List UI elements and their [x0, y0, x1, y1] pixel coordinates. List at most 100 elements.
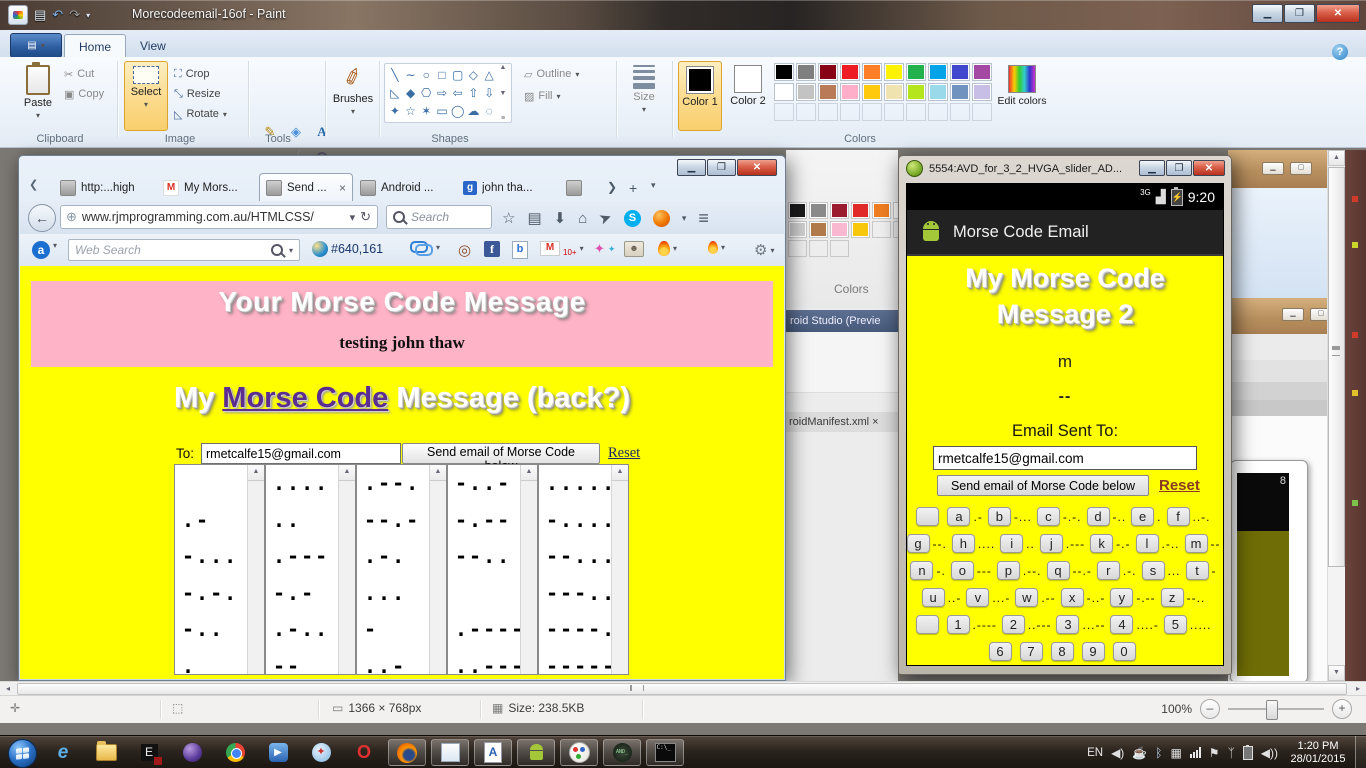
- help-icon[interactable]: ?: [1332, 44, 1348, 60]
- copy-button[interactable]: ▣Copy: [64, 85, 104, 103]
- palette-color-swatch[interactable]: [906, 63, 926, 81]
- palette-empty-slot[interactable]: [830, 240, 849, 257]
- zoom-slider[interactable]: [1228, 708, 1324, 710]
- scroll-left-icon[interactable]: ◂: [0, 682, 16, 696]
- listbox-scrollbar[interactable]: ▲: [520, 465, 537, 674]
- palette-color-swatch[interactable]: [950, 63, 970, 81]
- brushes-button[interactable]: ✐ Brushes ▾: [330, 61, 376, 131]
- paint-horizontal-scrollbar[interactable]: ◂ ▸: [0, 681, 1366, 696]
- palette-color-swatch[interactable]: [774, 63, 794, 81]
- browser-tab[interactable]: Send ...×: [259, 173, 353, 201]
- key-v-button[interactable]: v: [966, 588, 989, 607]
- palette-color-swatch[interactable]: [809, 221, 828, 238]
- seo-tool-icon[interactable]: ◎: [458, 241, 471, 259]
- key-e-button[interactable]: e: [1131, 507, 1154, 526]
- palette-empty-slot[interactable]: [884, 103, 904, 121]
- key-j-button[interactable]: j: [1040, 534, 1063, 553]
- key-5-button[interactable]: 5: [1164, 615, 1187, 634]
- color1-button[interactable]: Color 1: [678, 61, 722, 131]
- palette-color-swatch[interactable]: [851, 202, 870, 219]
- star-icon[interactable]: ☆: [502, 209, 515, 227]
- line-shape-icon[interactable]: ╲: [387, 66, 403, 84]
- palette-empty-slot[interactable]: [906, 103, 926, 121]
- palette-color-swatch[interactable]: [872, 202, 891, 219]
- right-triangle-shape-icon[interactable]: ◺: [387, 84, 403, 102]
- key-x-button[interactable]: x: [1061, 588, 1084, 607]
- sparkle-icon[interactable]: ✦✦: [594, 241, 615, 257]
- tab-close-icon[interactable]: ×: [339, 181, 346, 195]
- taskbar-sdk-manager-button[interactable]: AND_: [603, 739, 641, 766]
- palette-empty-slot[interactable]: [818, 103, 838, 121]
- palette-empty-slot[interactable]: [788, 240, 807, 257]
- taskbar-paint-button[interactable]: [560, 739, 598, 766]
- palette-color-swatch[interactable]: [830, 202, 849, 219]
- crop-button[interactable]: ⛶Crop: [174, 65, 210, 83]
- dropdown-icon[interactable]: ▾: [682, 213, 687, 224]
- key-blank-button[interactable]: [916, 615, 939, 634]
- undo-icon[interactable]: ↶: [52, 7, 63, 23]
- palette-color-swatch[interactable]: [884, 83, 904, 101]
- scroll-up-icon[interactable]: ▲: [612, 465, 628, 481]
- key-4-button[interactable]: 4: [1110, 615, 1133, 634]
- shapes-scrollbar[interactable]: ▲▼≡: [496, 64, 510, 122]
- language-indicator[interactable]: EN: [1087, 747, 1103, 759]
- home-icon[interactable]: ⌂: [578, 210, 587, 227]
- alexa-toolbar-icon[interactable]: a: [32, 241, 50, 259]
- url-dropdown-icon[interactable]: ▾: [350, 211, 356, 224]
- list-tabs-icon[interactable]: ▾: [651, 180, 656, 191]
- four-point-star-shape-icon[interactable]: ✦: [387, 102, 403, 120]
- taskbar-windows-explorer-button[interactable]: [87, 739, 125, 766]
- six-point-star-shape-icon[interactable]: ✶: [418, 102, 434, 120]
- hot-search-icon[interactable]: ▾: [708, 241, 725, 254]
- key-l-button[interactable]: l: [1136, 534, 1159, 553]
- key-blank-button[interactable]: [916, 507, 939, 526]
- key-9-button[interactable]: 9: [1082, 642, 1105, 661]
- key-t-button[interactable]: t: [1186, 561, 1209, 580]
- polygon-shape-icon[interactable]: ◇: [466, 66, 482, 84]
- palette-empty-slot[interactable]: [809, 240, 828, 257]
- signal-icon[interactable]: [1190, 747, 1201, 758]
- battery-icon[interactable]: [1243, 746, 1253, 760]
- firefox-share-icon[interactable]: [653, 210, 670, 227]
- palette-color-swatch[interactable]: [788, 202, 807, 219]
- tab-view[interactable]: View: [126, 34, 180, 57]
- key-z-button[interactable]: z: [1161, 588, 1184, 607]
- scroll-more-icon[interactable]: ≡: [501, 115, 505, 122]
- maximize-button[interactable]: ❐: [1284, 4, 1315, 23]
- palette-color-swatch[interactable]: [884, 63, 904, 81]
- qat-dropdown-icon[interactable]: ▾: [86, 11, 90, 20]
- listbox-scrollbar[interactable]: ▲: [338, 465, 355, 674]
- shapes-grid[interactable]: ╲∼○□▢◇△◺◆⎔⇨⇦⇧⇩✦☆✶▭◯☁◌: [384, 63, 512, 123]
- feedly-flame-icon[interactable]: ▾: [658, 241, 677, 256]
- minimize-button[interactable]: ▁: [1252, 4, 1283, 23]
- taskbar-media-player-button[interactable]: ▶: [259, 739, 297, 766]
- taskbar-command-prompt-button[interactable]: C:\_: [646, 739, 684, 766]
- reset-link[interactable]: Reset: [608, 445, 640, 462]
- browser-tab-partial[interactable]: [559, 173, 603, 201]
- alexa-rank[interactable]: #640,161: [312, 241, 383, 257]
- key-f-button[interactable]: f: [1167, 507, 1190, 526]
- listbox-scrollbar[interactable]: ▲: [611, 465, 628, 674]
- palette-color-swatch[interactable]: [972, 83, 992, 101]
- palette-color-swatch[interactable]: [928, 63, 948, 81]
- palette-color-swatch[interactable]: [928, 83, 948, 101]
- scroll-down-icon[interactable]: ▼: [1328, 665, 1345, 681]
- maximize-button[interactable]: ❐: [1166, 160, 1192, 176]
- browser-tab[interactable]: Android ...: [353, 173, 456, 201]
- cut-button[interactable]: ✂Cut: [64, 65, 94, 83]
- palette-empty-slot[interactable]: [872, 221, 891, 238]
- palette-color-swatch[interactable]: [950, 83, 970, 101]
- bluetooth-icon[interactable]: ᛒ: [1155, 746, 1162, 760]
- palette-empty-slot[interactable]: [928, 103, 948, 121]
- listbox-scrollbar[interactable]: ▲: [429, 465, 446, 674]
- palette-empty-slot[interactable]: [950, 103, 970, 121]
- taskbar-safari-button[interactable]: ✦: [302, 739, 340, 766]
- download-icon[interactable]: ⬇: [554, 209, 567, 227]
- key-s-button[interactable]: s: [1142, 561, 1165, 580]
- listbox-scrollbar[interactable]: ▲: [247, 465, 264, 674]
- scroll-up-icon[interactable]: ▲: [500, 64, 507, 71]
- browser-tab[interactable]: MMy Mors...: [156, 173, 259, 201]
- palette-color-swatch[interactable]: [862, 83, 882, 101]
- palette-color-swatch[interactable]: [840, 83, 860, 101]
- zoom-in-button[interactable]: +: [1332, 699, 1352, 719]
